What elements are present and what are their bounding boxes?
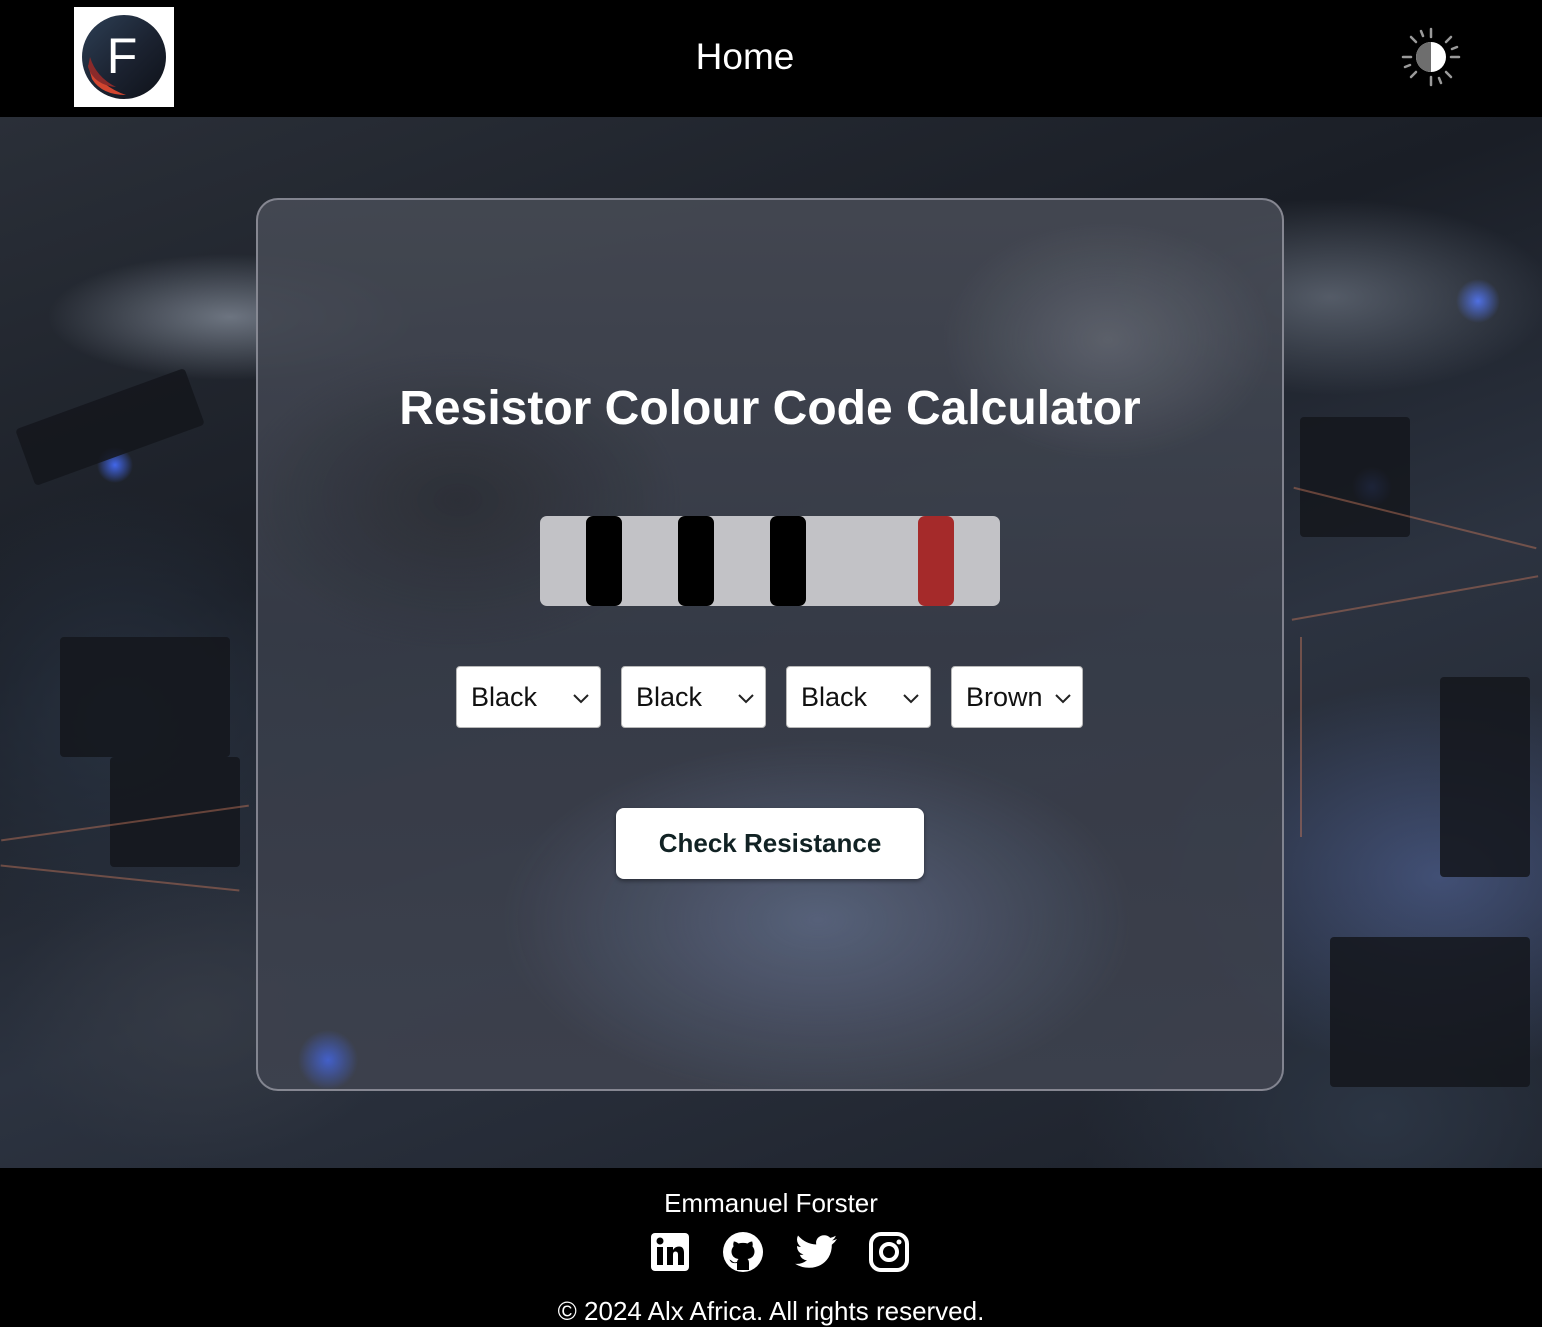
- multiplier-select[interactable]: Brown: [951, 666, 1083, 728]
- chevron-down-icon: [1055, 694, 1071, 704]
- chevron-down-icon: [903, 694, 919, 704]
- top-navbar: F Home: [0, 0, 1542, 117]
- band-2-select-value: Black: [636, 682, 703, 712]
- copyright-text: © 2024 Alx Africa. All rights reserved.: [557, 1296, 985, 1326]
- contrast-icon: [1401, 27, 1461, 87]
- instagram-icon[interactable]: [867, 1230, 911, 1274]
- theme-toggle-button[interactable]: [1400, 26, 1462, 88]
- multiplier-select-value: Brown: [966, 682, 1043, 712]
- page-title: Resistor Colour Code Calculator: [399, 382, 1141, 435]
- nav-home-link[interactable]: Home: [0, 36, 1490, 78]
- chevron-down-icon: [573, 694, 589, 704]
- band-3-select-value: Black: [801, 682, 868, 712]
- footer: Emmanuel Forster © 2024 Alx Africa. All …: [0, 1168, 1542, 1326]
- band-selects: Black Black Black Brown: [0, 666, 1542, 728]
- band-2-select[interactable]: Black: [621, 666, 766, 728]
- band-4: [918, 516, 954, 606]
- band-1-select-value: Black: [471, 682, 538, 712]
- check-resistance-button[interactable]: Check Resistance: [616, 808, 924, 879]
- linkedin-icon[interactable]: [648, 1230, 692, 1274]
- band-1-select[interactable]: Black: [456, 666, 601, 728]
- author-name: Emmanuel Forster: [664, 1188, 878, 1218]
- band-2: [678, 516, 714, 606]
- twitter-icon[interactable]: [793, 1230, 837, 1274]
- band-3: [770, 516, 806, 606]
- band-1: [586, 516, 622, 606]
- resistor-preview: [540, 516, 1000, 606]
- github-icon[interactable]: [721, 1230, 765, 1274]
- chevron-down-icon: [738, 694, 754, 704]
- band-3-select[interactable]: Black: [786, 666, 931, 728]
- calculator-card: [256, 198, 1284, 1091]
